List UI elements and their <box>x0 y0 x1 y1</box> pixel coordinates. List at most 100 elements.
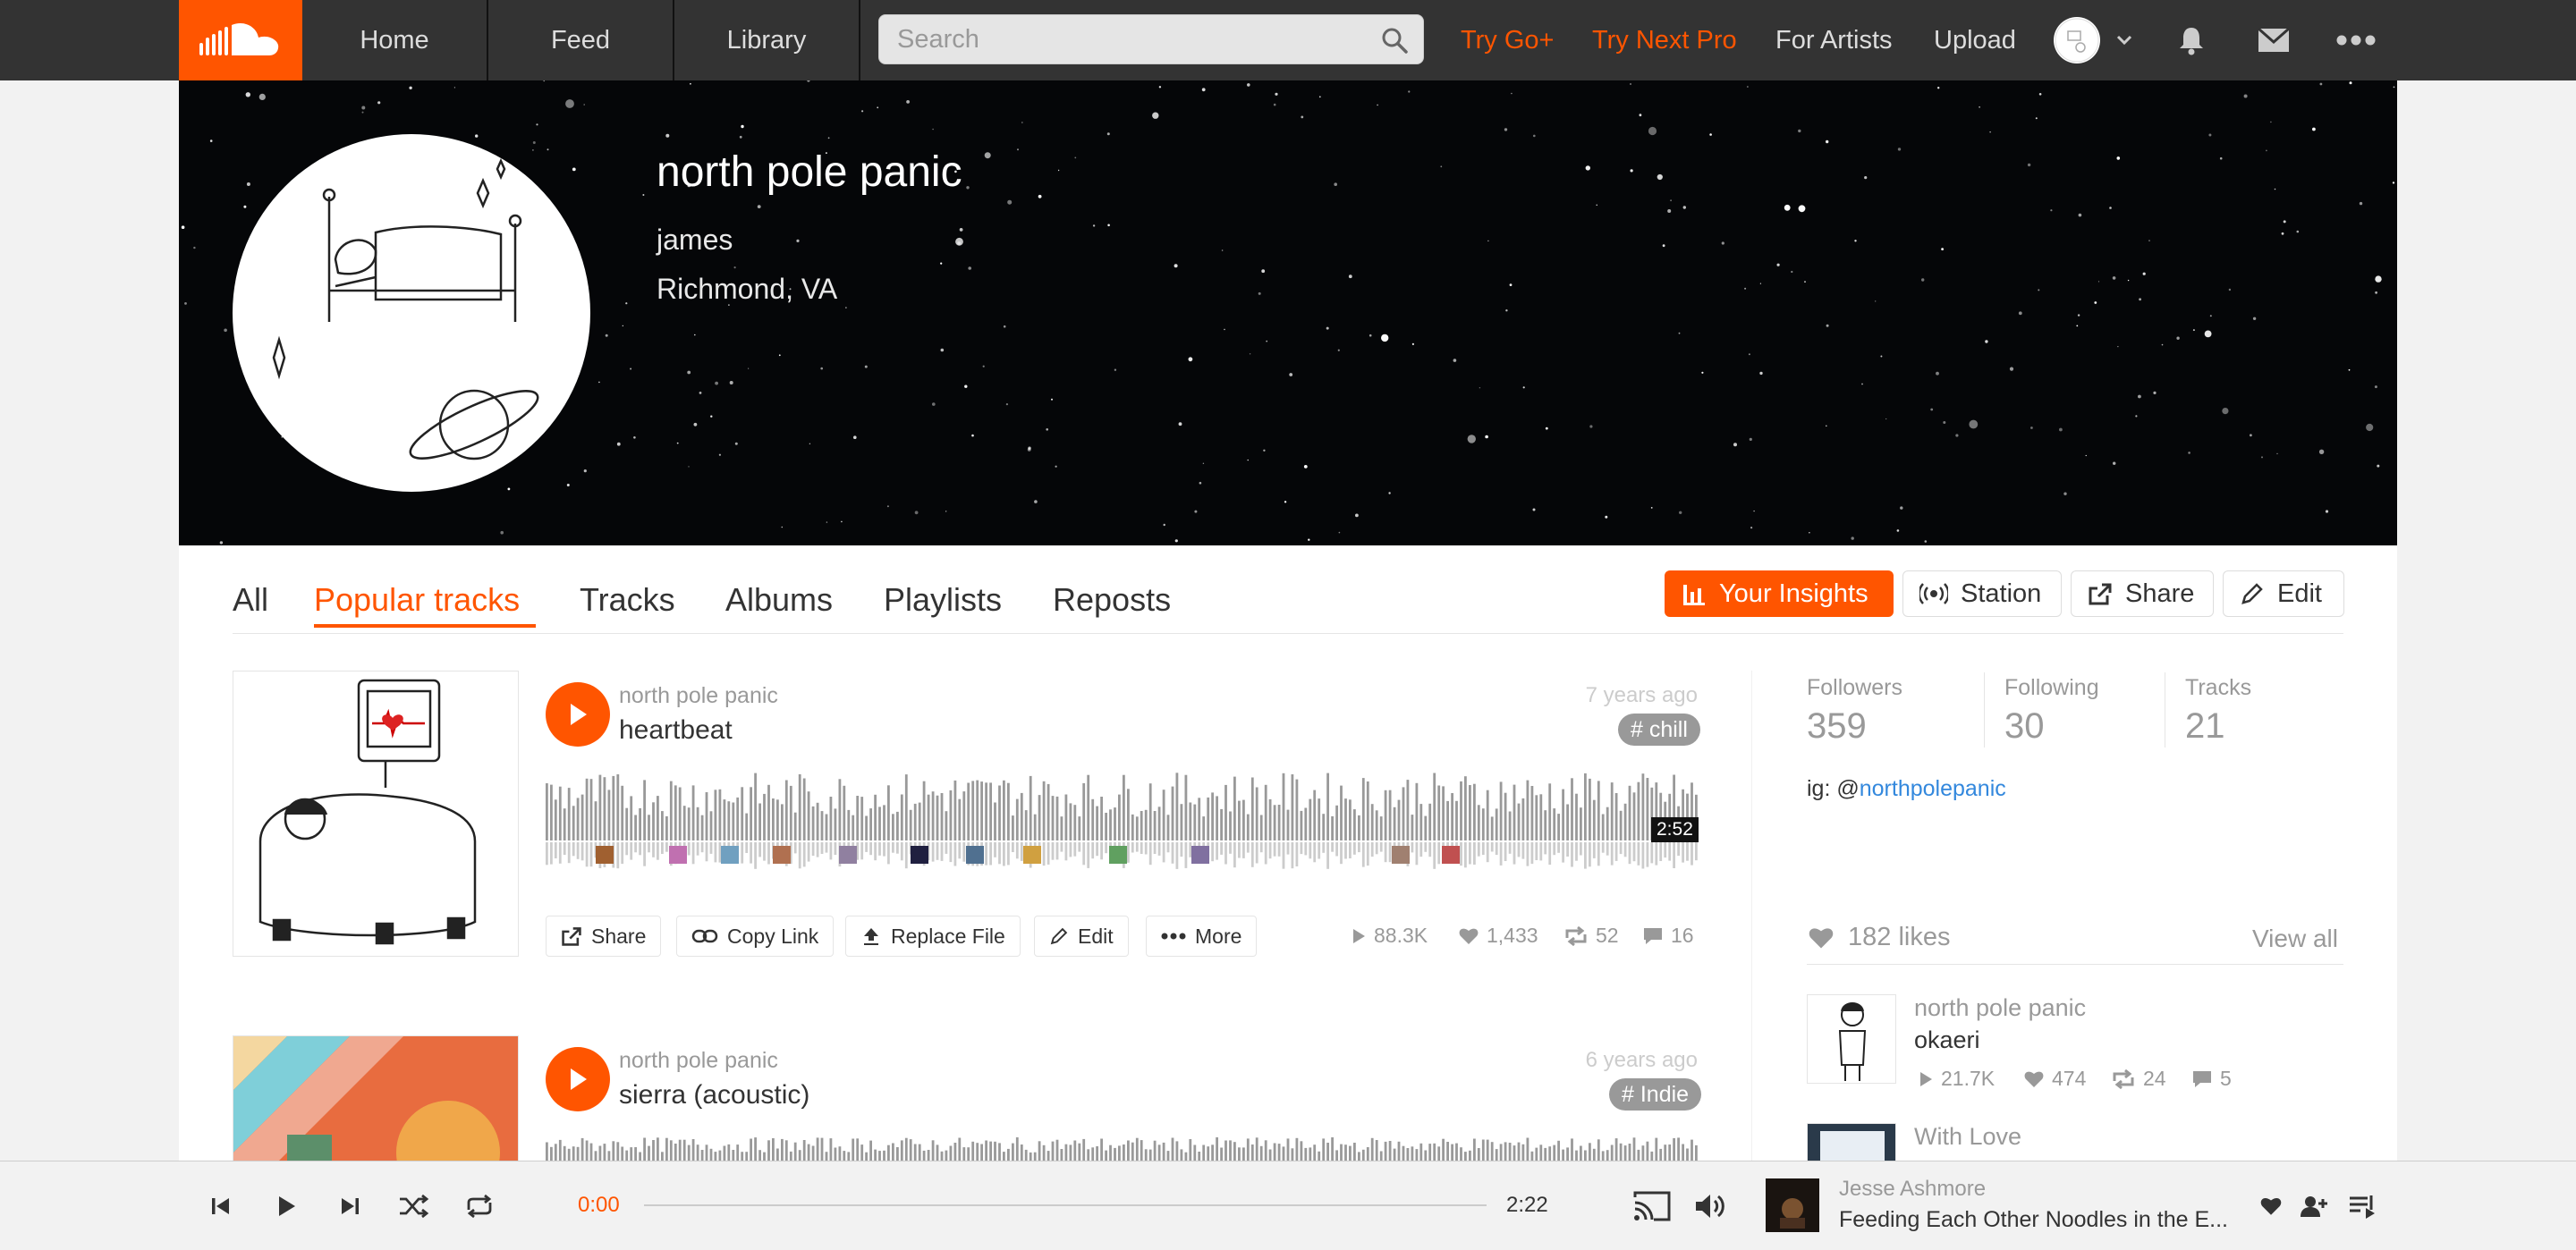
bio-instagram-link[interactable]: northpolepanic <box>1860 776 2006 801</box>
play-button[interactable] <box>546 682 610 747</box>
comment-count[interactable]: 16 <box>1642 924 1694 948</box>
next-button[interactable] <box>327 1184 372 1229</box>
waveform-bar <box>1695 1144 1698 1161</box>
waveform-bar <box>1202 816 1206 840</box>
try-go-plus-link[interactable]: Try Go+ <box>1461 0 1554 80</box>
waveform-bar <box>949 1145 953 1161</box>
waveform-bar <box>927 794 930 840</box>
play-count: 88.3K <box>1351 924 1428 948</box>
track-waveform[interactable] <box>546 1137 1699 1161</box>
star <box>971 434 974 437</box>
tab-all[interactable]: All <box>233 581 268 619</box>
bio-prefix: ig: @ <box>1807 776 1860 801</box>
now-playing-artwork[interactable] <box>1766 1178 1819 1232</box>
track-artwork[interactable] <box>233 671 519 957</box>
track-waveform[interactable] <box>546 773 1699 871</box>
search-input[interactable] <box>879 15 1380 63</box>
track-title[interactable]: sierra (acoustic) <box>619 1080 809 1111</box>
track-tag[interactable]: # Indie <box>1609 1078 1702 1111</box>
play-button[interactable] <box>546 1047 610 1111</box>
liked-repost-count[interactable]: 24 <box>2111 1067 2166 1091</box>
queue-button[interactable] <box>2340 1184 2385 1229</box>
share-profile-button[interactable]: Share <box>2071 570 2214 617</box>
edit-track-button[interactable]: Edit <box>1034 916 1129 957</box>
waveform-bar <box>1335 842 1338 857</box>
liked-track-title[interactable]: okaeri <box>1914 1026 1980 1054</box>
liked-track-artist[interactable]: north pole panic <box>1914 994 2086 1022</box>
star <box>1941 248 1944 250</box>
tab-albums[interactable]: Albums <box>725 581 833 619</box>
repeat-button[interactable] <box>457 1184 502 1229</box>
shuffle-button[interactable] <box>392 1184 436 1229</box>
followers-stat[interactable]: Followers 359 <box>1807 675 1902 747</box>
waveform-bar <box>816 1137 819 1161</box>
star <box>209 139 213 142</box>
liked-comment-count[interactable]: 5 <box>2191 1067 2232 1091</box>
mail-icon[interactable] <box>2254 0 2293 80</box>
share-button[interactable]: Share <box>546 916 662 957</box>
more-button[interactable]: More <box>1146 916 1258 957</box>
upload-link[interactable]: Upload <box>1934 0 2016 80</box>
more-icon[interactable] <box>2333 0 2379 80</box>
tab-tracks[interactable]: Tracks <box>580 581 675 619</box>
nav-library-link[interactable]: Library <box>674 0 860 80</box>
track-artist[interactable]: north pole panic <box>619 1048 778 1074</box>
track-artwork[interactable] <box>233 1035 519 1161</box>
tab-playlists[interactable]: Playlists <box>884 581 1002 619</box>
waveform-bar <box>1282 1146 1285 1161</box>
waveform-bar <box>643 780 646 840</box>
waveform-bar <box>1446 1142 1449 1161</box>
waveform-bar <box>1517 1142 1521 1161</box>
like-count[interactable]: 1,433 <box>1458 924 1538 948</box>
track-title[interactable]: heartbeat <box>619 715 733 746</box>
copy-link-button[interactable]: Copy Link <box>676 916 835 957</box>
liked-like-count[interactable]: 474 <box>2023 1067 2086 1091</box>
star <box>1639 114 1642 117</box>
user-avatar[interactable] <box>2052 0 2102 80</box>
bell-icon[interactable] <box>2172 0 2211 80</box>
like-button[interactable] <box>2249 1184 2293 1229</box>
now-playing-title[interactable]: Feeding Each Other Noodles in the E... <box>1839 1207 2234 1233</box>
track-artist[interactable]: north pole panic <box>619 683 778 709</box>
waveform-bar <box>1349 799 1352 840</box>
repost-count[interactable]: 52 <box>1563 924 1619 948</box>
waveform-bar <box>1508 1143 1512 1161</box>
liked-track-artwork[interactable] <box>1807 994 1896 1084</box>
nav-home-link[interactable]: Home <box>302 0 488 80</box>
play-pause-button[interactable] <box>264 1184 309 1229</box>
replace-file-button[interactable]: Replace File <box>845 916 1021 957</box>
waveform-bar <box>1148 1149 1152 1161</box>
progress-bar[interactable] <box>644 1204 1487 1206</box>
your-insights-button[interactable]: Your Insights <box>1665 570 1894 617</box>
previous-button[interactable] <box>199 1184 243 1229</box>
tab-reposts[interactable]: Reposts <box>1053 581 1171 619</box>
waveform-bar <box>1530 786 1534 840</box>
volume-button[interactable] <box>1689 1184 1733 1229</box>
cast-button[interactable] <box>1630 1184 1674 1229</box>
waveform-bar <box>958 1137 962 1161</box>
tab-popular-tracks[interactable]: Popular tracks <box>314 581 520 619</box>
edit-profile-button[interactable]: Edit <box>2223 570 2344 617</box>
waveform-bar <box>1162 790 1165 840</box>
waveform-bar <box>789 785 792 840</box>
waveform-bar <box>918 1144 921 1161</box>
view-all-likes-link[interactable]: View all <box>2252 925 2338 953</box>
soundcloud-logo-icon[interactable] <box>179 0 302 80</box>
waveform-bar <box>1322 1138 1326 1161</box>
nav-feed-link[interactable]: Feed <box>488 0 674 80</box>
liked-track-artist[interactable]: With Love <box>1914 1123 2021 1151</box>
now-playing-artist[interactable]: Jesse Ashmore <box>1839 1177 1986 1202</box>
station-button[interactable]: Station <box>1902 570 2062 617</box>
star <box>2116 156 2121 160</box>
following-stat[interactable]: Following 30 <box>2004 675 2099 747</box>
follow-button[interactable] <box>2292 1184 2336 1229</box>
star <box>845 307 847 308</box>
chevron-down-icon[interactable] <box>2111 0 2138 80</box>
track-tag[interactable]: # chill <box>1618 714 1700 746</box>
try-next-pro-link[interactable]: Try Next Pro <box>1592 0 1737 80</box>
for-artists-link[interactable]: For Artists <box>1775 0 1893 80</box>
search-icon[interactable] <box>1380 26 1409 55</box>
tracks-stat[interactable]: Tracks 21 <box>2185 675 2251 747</box>
liked-track-artwork[interactable] <box>1807 1123 1896 1161</box>
waveform-bar <box>807 791 810 840</box>
